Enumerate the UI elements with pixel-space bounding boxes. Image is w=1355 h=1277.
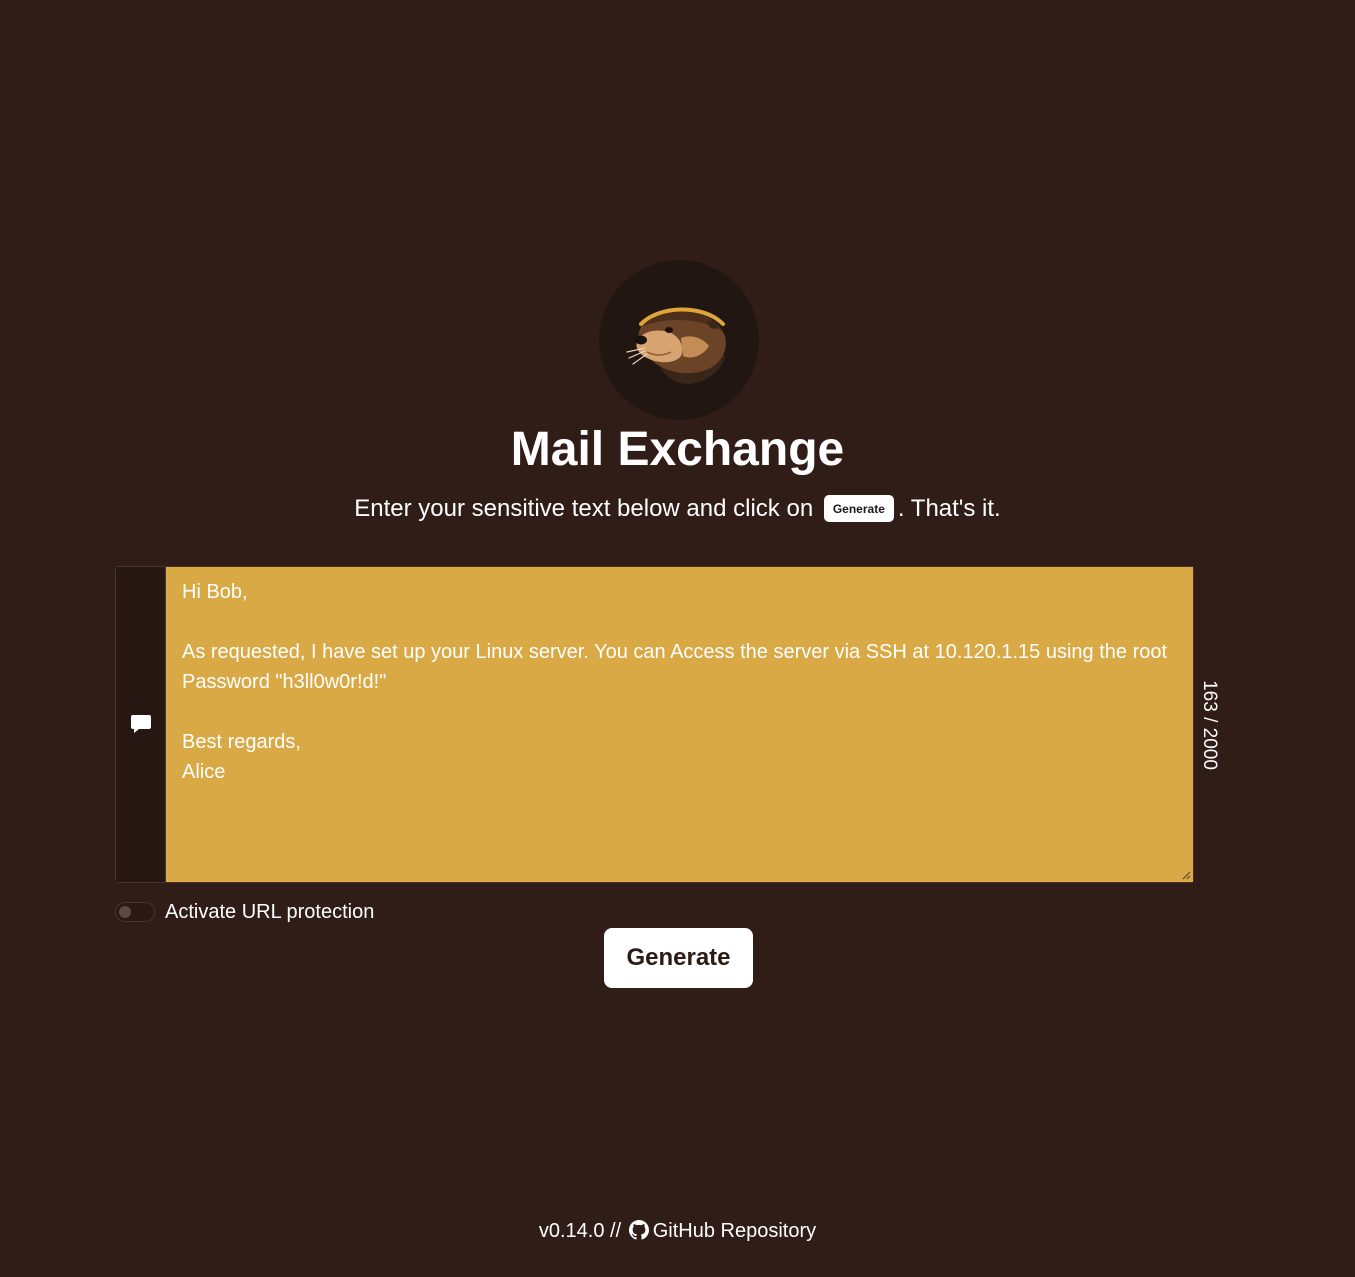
url-protection-row: Activate URL protection — [115, 898, 374, 926]
speech-bubble-icon — [131, 715, 151, 733]
version-text: v0.14.0 // — [538, 1220, 622, 1242]
github-icon — [628, 1220, 649, 1240]
secret-text-editor: Hi Bob, As requested, I have set up your… — [115, 566, 1194, 883]
subtitle-text-after: . That's it. — [897, 495, 1001, 522]
resize-handle-icon[interactable] — [1181, 870, 1191, 880]
url-protection-toggle[interactable] — [115, 902, 155, 922]
page: Mail Exchange Enter your sensitive text … — [0, 0, 1355, 1277]
secret-text-input[interactable]: Hi Bob, As requested, I have set up your… — [166, 567, 1193, 882]
github-repository-link[interactable]: GitHub Repository — [627, 1220, 816, 1242]
footer: v0.14.0 // GitHub Repository — [0, 1216, 1355, 1246]
character-counter: 163 / 2000 — [1194, 566, 1224, 883]
subtitle-generate-chip: Generate — [823, 495, 894, 522]
subtitle-text-before: Enter your sensitive text below and clic… — [354, 495, 814, 522]
github-repository-label[interactable]: GitHub Repository — [653, 1220, 816, 1242]
otter-logo — [599, 260, 759, 420]
page-subtitle: Enter your sensitive text below and clic… — [0, 492, 1355, 526]
toggle-knob — [119, 906, 131, 918]
generate-button[interactable]: Generate — [604, 928, 753, 988]
page-title: Mail Exchange — [510, 423, 845, 476]
url-protection-label[interactable]: Activate URL protection — [165, 901, 374, 924]
editor-gutter — [116, 567, 166, 882]
otter-logo-icon — [626, 307, 726, 384]
character-counter-text: 163 / 2000 — [1199, 679, 1220, 770]
